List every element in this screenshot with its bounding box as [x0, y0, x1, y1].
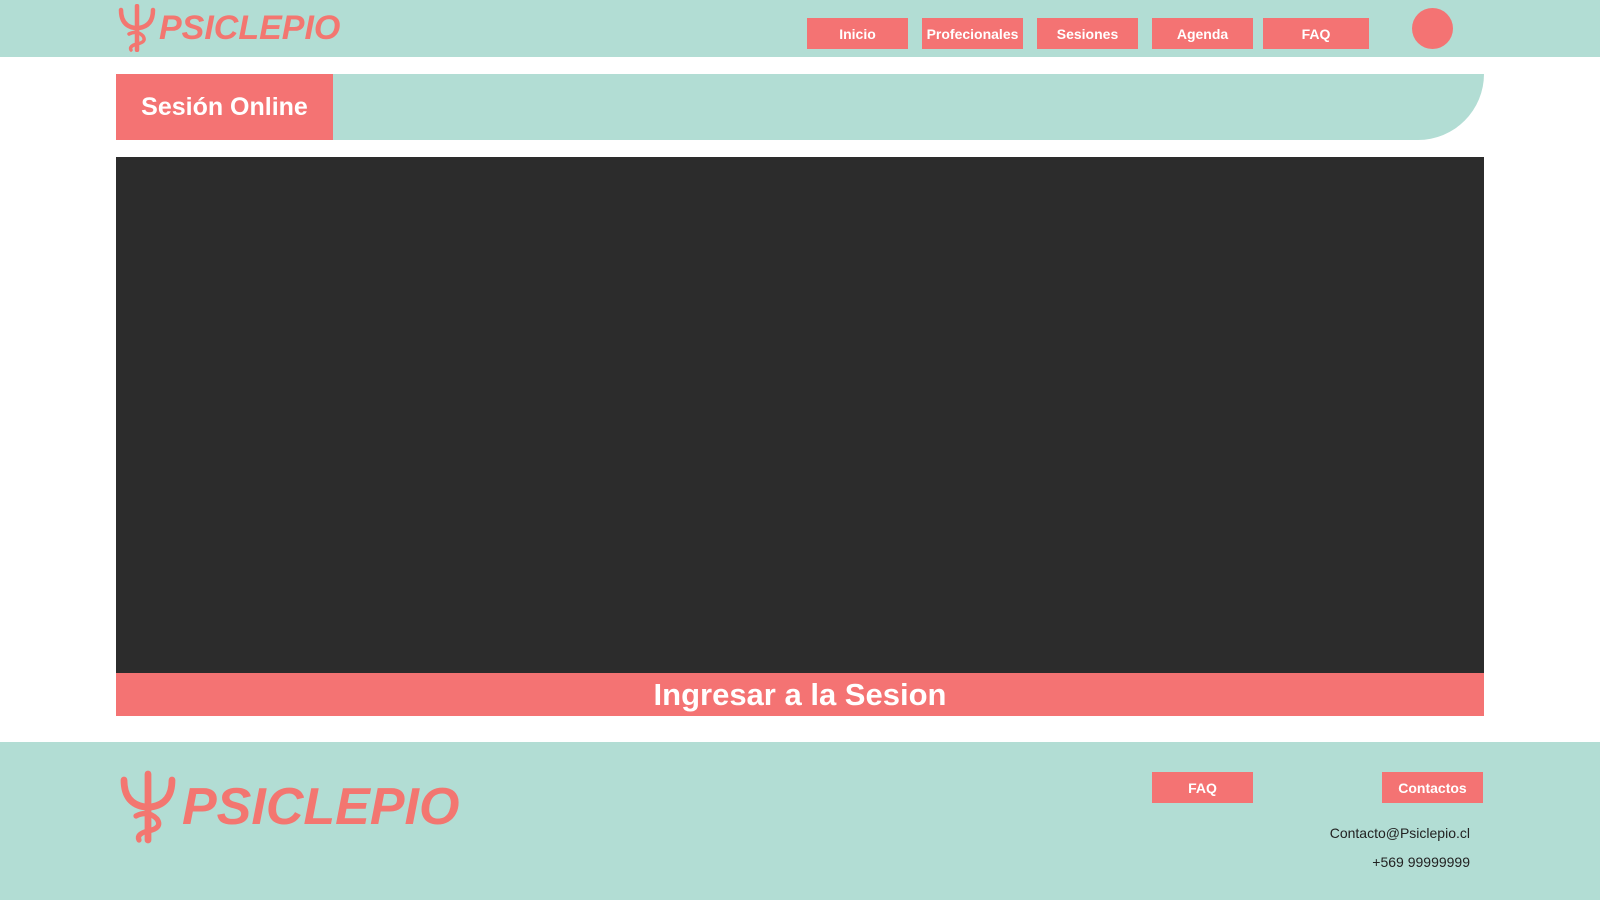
nav-sesiones[interactable]: Sesiones [1037, 18, 1138, 49]
psi-logo-icon [120, 770, 176, 844]
page-title: Sesión Online [116, 74, 333, 140]
header-logo[interactable]: PSICLEPIO [117, 4, 340, 52]
nav-faq[interactable]: FAQ [1263, 18, 1369, 49]
footer-logo-text: PSICLEPIO [182, 778, 460, 836]
video-session-area[interactable] [116, 157, 1484, 673]
footer-phone: +569 99999999 [1372, 854, 1470, 870]
footer-faq-link[interactable]: FAQ [1152, 772, 1253, 803]
header-logo-text: PSICLEPIO [159, 9, 341, 47]
footer-email[interactable]: Contacto@Psiclepio.cl [1330, 825, 1470, 841]
footer-logo[interactable]: PSICLEPIO [118, 770, 459, 844]
footer-contactos-link[interactable]: Contactos [1382, 772, 1483, 803]
psi-logo-icon [118, 4, 156, 52]
join-session-button[interactable]: Ingresar a la Sesion [116, 673, 1484, 716]
nav-inicio[interactable]: Inicio [807, 18, 908, 49]
user-avatar-icon[interactable] [1412, 8, 1453, 49]
nav-agenda[interactable]: Agenda [1152, 18, 1253, 49]
nav-profecionales[interactable]: Profecionales [922, 18, 1023, 49]
